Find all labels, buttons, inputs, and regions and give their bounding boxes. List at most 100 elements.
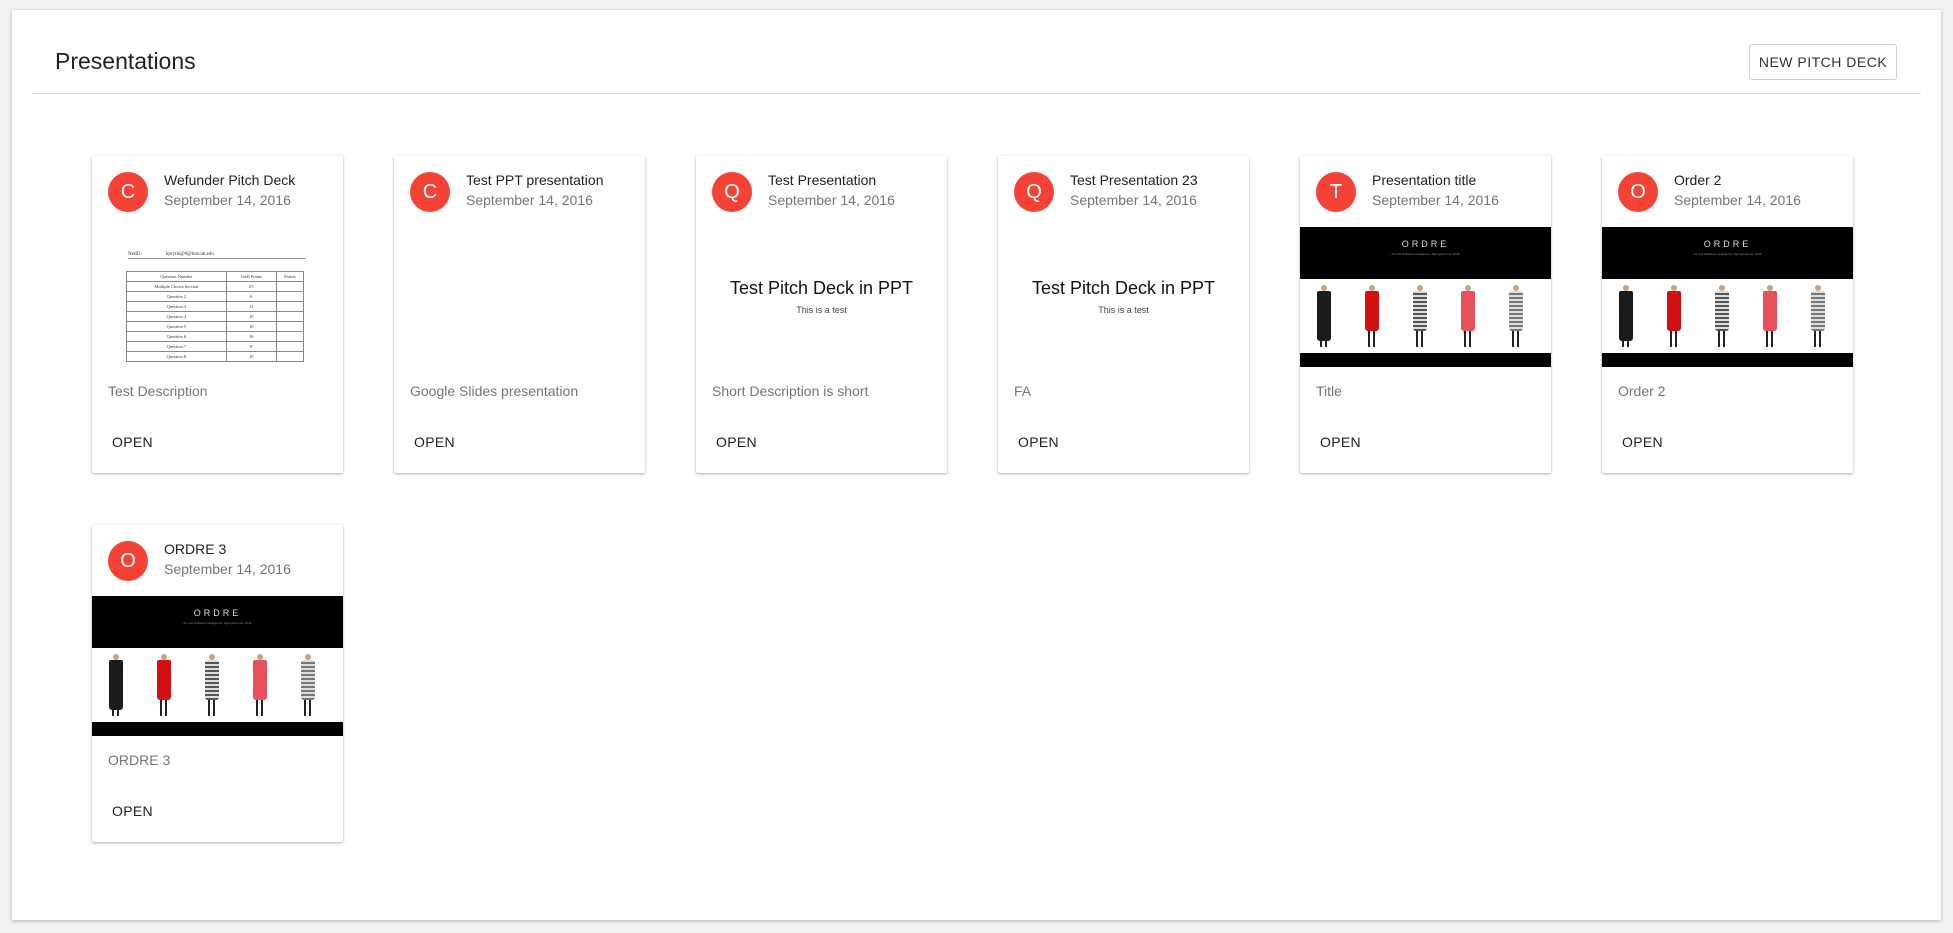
table-cell: Question 5 xyxy=(126,321,227,332)
card-description: FA xyxy=(1014,383,1032,399)
open-button[interactable]: OPEN xyxy=(100,426,165,458)
slide-title: Test Pitch Deck in PPT xyxy=(729,278,914,298)
card-thumbnail[interactable]: Test Pitch Deck in PPT This is a test xyxy=(998,227,1249,367)
card-description: Test Description xyxy=(108,383,208,399)
table-cell xyxy=(275,311,305,322)
page-header: Presentations NEW PITCH DECK xyxy=(32,10,1921,94)
model-figure xyxy=(106,654,126,718)
card-title: Test Presentation 23 xyxy=(1070,172,1198,188)
table-cell: Question 7 xyxy=(126,341,227,352)
fashion-thumbnail: ORDRE Art and Wellness Intelligence. Spri… xyxy=(1300,227,1551,367)
table-cell xyxy=(275,321,305,332)
fashion-thumbnail: ORDRE Art and Wellness Intelligence. Spri… xyxy=(92,596,343,736)
model-figure xyxy=(1410,285,1430,349)
open-button[interactable]: OPEN xyxy=(1308,426,1373,458)
table-cell: Question 3 xyxy=(126,301,227,312)
page-title: Presentations xyxy=(55,48,196,74)
models-band xyxy=(1602,279,1853,353)
table-cell: Question 2 xyxy=(126,291,227,302)
models-band xyxy=(1300,279,1551,353)
ordre-logo: ORDRE xyxy=(1703,239,1752,249)
models-band xyxy=(92,648,343,722)
card-avatar: T xyxy=(1316,172,1356,212)
table-cell: 10 xyxy=(225,321,277,332)
card-description: Title xyxy=(1316,383,1342,399)
ordre-tagline: Art and Wellness Intelligence. Spring/su… xyxy=(183,621,252,625)
open-button[interactable]: OPEN xyxy=(1610,426,1675,458)
netid-label: NetID: xyxy=(128,252,142,257)
table-header-cell: Question Number xyxy=(126,271,227,282)
model-figure xyxy=(1458,285,1478,349)
slide-title: Test Pitch Deck in PPT xyxy=(1031,278,1216,298)
card-thumbnail[interactable]: NetID: kprytle@#@lmicah.edu Question Numbe… xyxy=(92,227,343,367)
presentation-card: T Presentation title September 14, 2016 ORD… xyxy=(1300,156,1551,473)
fashion-thumbnail: ORDRE Art and Wellness Intelligence. Spri… xyxy=(1602,227,1853,367)
table-cell: Question 4 xyxy=(126,311,227,322)
model-figure xyxy=(250,654,270,718)
card-thumbnail[interactable]: ORDRE Art and Wellness Intelligence. Spri… xyxy=(1300,227,1551,367)
model-figure xyxy=(1506,285,1526,349)
table-cell: 6 xyxy=(225,291,277,302)
model-figure xyxy=(1314,285,1334,349)
card-avatar: C xyxy=(108,172,148,212)
card-description: Short Description is short xyxy=(712,383,869,399)
model-figure xyxy=(1664,285,1684,349)
table-cell: Question 6 xyxy=(126,331,227,342)
open-button[interactable]: OPEN xyxy=(100,795,165,827)
card-thumbnail[interactable] xyxy=(394,227,645,367)
table-cell: 16 xyxy=(225,331,277,342)
table-cell: 12 xyxy=(225,301,277,312)
card-date: September 14, 2016 xyxy=(164,561,291,577)
presentations-panel: Presentations NEW PITCH DECK C Wefunder P… xyxy=(12,10,1941,920)
card-description: Order 2 xyxy=(1618,383,1666,399)
card-date: September 14, 2016 xyxy=(1070,192,1197,208)
ordre-logo: ORDRE xyxy=(1401,239,1450,249)
new-pitch-deck-button[interactable]: NEW PITCH DECK xyxy=(1749,44,1897,80)
card-avatar: Q xyxy=(712,172,752,212)
card-avatar: O xyxy=(1618,172,1658,212)
slide-subtitle: This is a test xyxy=(1098,305,1149,315)
ordre-logo: ORDRE xyxy=(193,608,242,618)
ordre-tagline: Art and Wellness Intelligence. Spring/su… xyxy=(1391,252,1460,256)
table-cell: 10 xyxy=(225,311,277,322)
card-thumbnail[interactable]: ORDRE Art and Wellness Intelligence. Spri… xyxy=(92,596,343,736)
table-cell: Multiple Choice Section xyxy=(126,281,227,292)
card-date: September 14, 2016 xyxy=(1674,192,1801,208)
card-title: Presentation title xyxy=(1372,172,1477,188)
table-header-cell: Points xyxy=(275,271,305,282)
table-cell xyxy=(275,281,305,292)
card-avatar: O xyxy=(108,541,148,581)
open-button[interactable]: OPEN xyxy=(1006,426,1071,458)
ordre-tagline: Art and Wellness Intelligence. Spring/su… xyxy=(1693,252,1762,256)
presentation-card: Q Test Presentation 23 September 14, 2016 T… xyxy=(998,156,1249,473)
card-description: ORDRE 3 xyxy=(108,752,171,768)
table-cell: 25 xyxy=(225,281,277,292)
model-figure xyxy=(1616,285,1636,349)
model-figure xyxy=(1760,285,1780,349)
presentation-card: O ORDRE 3 September 14, 2016 ORDRE Art and W… xyxy=(92,525,343,842)
model-figure xyxy=(202,654,222,718)
card-thumbnail[interactable]: ORDRE Art and Wellness Intelligence. Spri… xyxy=(1602,227,1853,367)
table-cell xyxy=(275,301,305,312)
card-title: Order 2 xyxy=(1674,172,1722,188)
table-cell xyxy=(275,291,305,302)
card-avatar: C xyxy=(410,172,450,212)
model-figure xyxy=(1712,285,1732,349)
model-figure xyxy=(298,654,318,718)
card-title: Test Presentation xyxy=(768,172,877,188)
table-cell xyxy=(275,341,305,352)
card-title: Wefunder Pitch Deck xyxy=(164,172,296,188)
card-title: ORDRE 3 xyxy=(164,541,227,557)
netid-value: kprytle@#@lmicah.edu xyxy=(165,252,214,257)
card-description: Google Slides presentation xyxy=(410,383,579,399)
presentation-card: O Order 2 September 14, 2016 ORDRE Art and W… xyxy=(1602,156,1853,473)
table-cell xyxy=(275,331,305,342)
model-figure xyxy=(1362,285,1382,349)
open-button[interactable]: OPEN xyxy=(402,426,467,458)
document-thumbnail: NetID: kprytle@#@lmicah.edu Question Numbe… xyxy=(126,252,306,362)
card-date: September 14, 2016 xyxy=(164,192,291,208)
open-button[interactable]: OPEN xyxy=(704,426,769,458)
card-thumbnail[interactable]: Test Pitch Deck in PPT This is a test xyxy=(696,227,947,367)
table-cell: Question 8 xyxy=(126,351,227,362)
presentation-card: C Wefunder Pitch Deck September 14, 2016 Ne… xyxy=(92,156,343,473)
